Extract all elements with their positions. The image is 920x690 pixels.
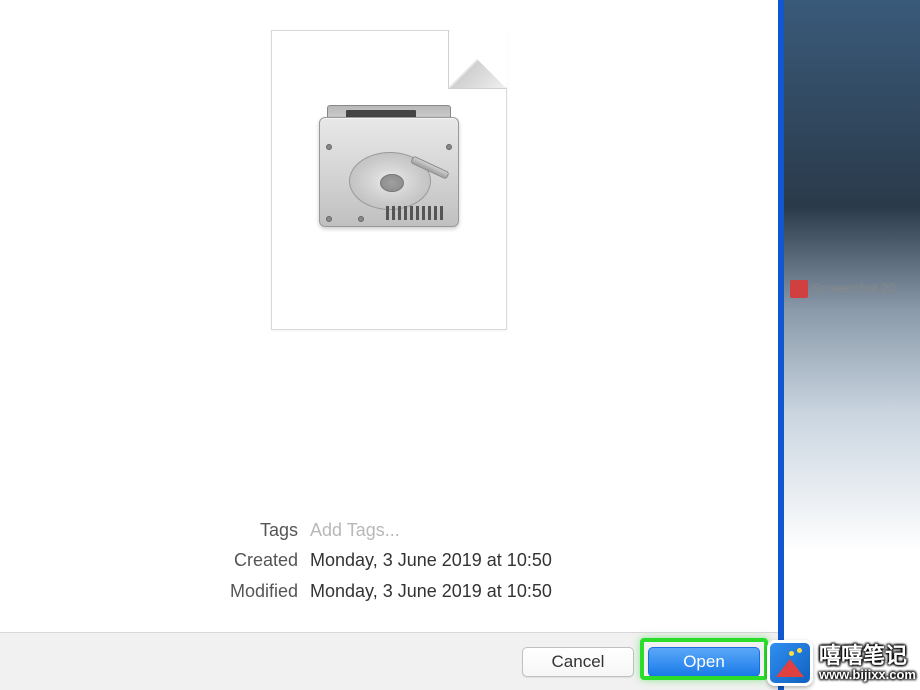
hard-disk-icon <box>319 105 459 245</box>
tags-row: Tags Add Tags... <box>30 516 748 545</box>
window-edge <box>778 0 784 690</box>
tags-label: Tags <box>30 516 310 545</box>
open-button[interactable]: Open <box>648 647 760 677</box>
modified-label: Modified <box>30 577 310 606</box>
modified-value: Monday, 3 June 2019 at 10:50 <box>310 577 552 606</box>
disk-screw <box>358 216 364 222</box>
desktop-background <box>778 0 920 690</box>
dialog-button-bar: Cancel Open <box>0 632 778 690</box>
watermark-logo-icon <box>767 640 813 686</box>
disk-screw <box>326 144 332 150</box>
disk-screw <box>446 144 452 150</box>
file-open-dialog: Tags Add Tags... Created Monday, 3 June … <box>0 0 778 690</box>
disk-body <box>319 117 459 227</box>
disk-screw <box>326 216 332 222</box>
disk-image-file-icon <box>271 30 507 330</box>
file-metadata: Tags Add Tags... Created Monday, 3 June … <box>0 516 778 632</box>
modified-row: Modified Monday, 3 June 2019 at 10:50 <box>30 577 748 606</box>
watermark-text: 嘻嘻笔记 www.bijixx.com <box>819 644 916 682</box>
cancel-button[interactable]: Cancel <box>522 647 634 677</box>
watermark-url: www.bijixx.com <box>819 668 916 682</box>
tags-field[interactable]: Add Tags... <box>310 516 400 545</box>
background-file-label: Screenshot 20... <box>812 280 907 295</box>
jpeg-file-icon <box>790 280 808 298</box>
disk-vents <box>386 206 446 220</box>
watermark: 嘻嘻笔记 www.bijixx.com <box>767 640 916 686</box>
created-value: Monday, 3 June 2019 at 10:50 <box>310 546 552 575</box>
file-preview-area <box>0 0 778 516</box>
created-row: Created Monday, 3 June 2019 at 10:50 <box>30 546 748 575</box>
watermark-title: 嘻嘻笔记 <box>819 644 916 668</box>
created-label: Created <box>30 546 310 575</box>
background-file-item: Screenshot 20... <box>790 280 910 298</box>
